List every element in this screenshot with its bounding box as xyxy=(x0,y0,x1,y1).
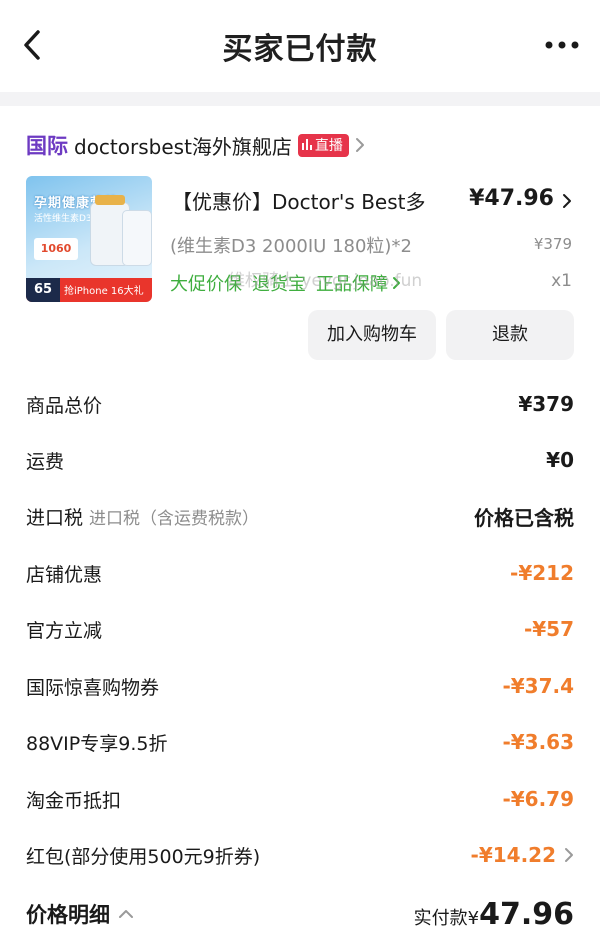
fee-value: -¥3.63 xyxy=(502,730,574,754)
more-options-icon[interactable] xyxy=(544,40,580,50)
fee-value: 价格已含税 xyxy=(474,505,574,530)
fee-row-88vip: 88VIP专享9.5折 -¥3.63 xyxy=(26,726,574,758)
total-bar: 价格明细 实付款¥ 47.96 xyxy=(26,892,574,936)
thumb-foot-left: 65 xyxy=(26,278,60,302)
thumb-footer: 65 抢iPhone 16大礼 xyxy=(26,278,152,302)
fee-label: 进口税 进口税（含运费税款） xyxy=(26,506,260,529)
fee-row-intl-coupon: 国际惊喜购物券 -¥37.4 xyxy=(26,670,574,702)
product-thumbnail[interactable]: 孕期健康营养 活性维生素D3 1060 65 抢iPhone 16大礼 xyxy=(26,176,152,302)
amount-paid: 实付款¥ 47.96 xyxy=(414,897,574,932)
fee-sub-label: 进口税（含运费税款） xyxy=(89,508,260,529)
price-detail-label: 价格明细 xyxy=(26,903,110,927)
fee-value: -¥212 xyxy=(510,561,574,585)
amount-paid-value: 47.96 xyxy=(479,896,574,932)
chevron-right-icon xyxy=(355,138,364,152)
refund-button[interactable]: 退款 xyxy=(446,310,574,360)
fee-row-import-tax: 进口税 进口税（含运费税款） 价格已含税 xyxy=(26,500,574,532)
chevron-right-icon[interactable] xyxy=(564,847,574,863)
section-divider xyxy=(0,92,600,106)
shop-name: doctorsbest海外旗舰店 xyxy=(74,134,292,159)
product-price[interactable]: ¥47.96 xyxy=(469,186,554,211)
fee-value: -¥6.79 xyxy=(502,787,574,811)
fee-row-red-packet[interactable]: 红包(部分使用500元9折券) -¥14.22 xyxy=(26,839,574,871)
fee-label: 商品总价 xyxy=(26,394,103,417)
product-name[interactable]: 【优惠价】Doctor's Best多 xyxy=(172,186,462,215)
fee-value: -¥57 xyxy=(523,617,574,641)
fee-label: 88VIP专享9.5折 xyxy=(26,732,168,755)
thumb-subline: 活性维生素D3 xyxy=(34,214,92,224)
live-badge[interactable]: 直播 xyxy=(297,133,349,157)
original-price: ¥379 xyxy=(533,235,572,253)
add-to-cart-button[interactable]: 加入购物车 xyxy=(308,310,436,360)
amount-paid-label: 实付款¥ xyxy=(413,907,480,929)
fee-row-shipping: 运费 ¥0 xyxy=(26,444,574,476)
product-spec: (维生素D3 2000IU 180粒)*2 xyxy=(170,236,412,257)
bottle-image-small xyxy=(122,210,152,266)
chevron-up-icon xyxy=(119,910,133,918)
shop-header[interactable]: 国际 doctorsbest海外旗舰店 直播 xyxy=(26,128,365,162)
fee-label: 官方立减 xyxy=(26,619,103,642)
thumb-foot-right: 抢iPhone 16大礼 xyxy=(64,286,144,297)
fee-label: 淘金币抵扣 xyxy=(26,789,122,812)
fee-label: 运费 xyxy=(26,450,65,473)
fee-row-subtotal: 商品总价 ¥379 xyxy=(26,388,574,420)
live-badge-label: 直播 xyxy=(314,137,343,154)
fee-row-taojinbi: 淘金币抵扣 -¥6.79 xyxy=(26,783,574,815)
fee-row-shop-discount: 店铺优惠 -¥212 xyxy=(26,557,574,589)
page-title: 买家已付款 xyxy=(222,32,378,67)
intl-label: 国际 xyxy=(26,134,68,158)
thumb-price-tag: 1060 xyxy=(34,238,78,260)
chevron-right-icon[interactable] xyxy=(562,193,572,209)
live-bars-icon xyxy=(301,139,312,150)
fee-label: 红包(部分使用500元9折券) xyxy=(26,845,261,868)
fee-value: ¥0 xyxy=(546,448,574,472)
fee-value: -¥14.22 xyxy=(471,843,574,867)
fee-label: 国际惊喜购物券 xyxy=(26,676,160,699)
fee-value: ¥379 xyxy=(518,392,574,416)
fee-row-official-discount: 官方立减 -¥57 xyxy=(26,613,574,645)
watermark: 维权骑士 yevgr.joao.fun xyxy=(228,271,423,291)
fee-value: -¥37.4 xyxy=(502,674,574,698)
quantity: x1 xyxy=(551,271,572,291)
price-detail-toggle[interactable]: 价格明细 xyxy=(26,899,134,929)
nav-bar: 买家已付款 xyxy=(0,0,600,92)
fee-label: 店铺优惠 xyxy=(26,563,103,586)
fee-value-text: -¥14.22 xyxy=(470,843,556,867)
